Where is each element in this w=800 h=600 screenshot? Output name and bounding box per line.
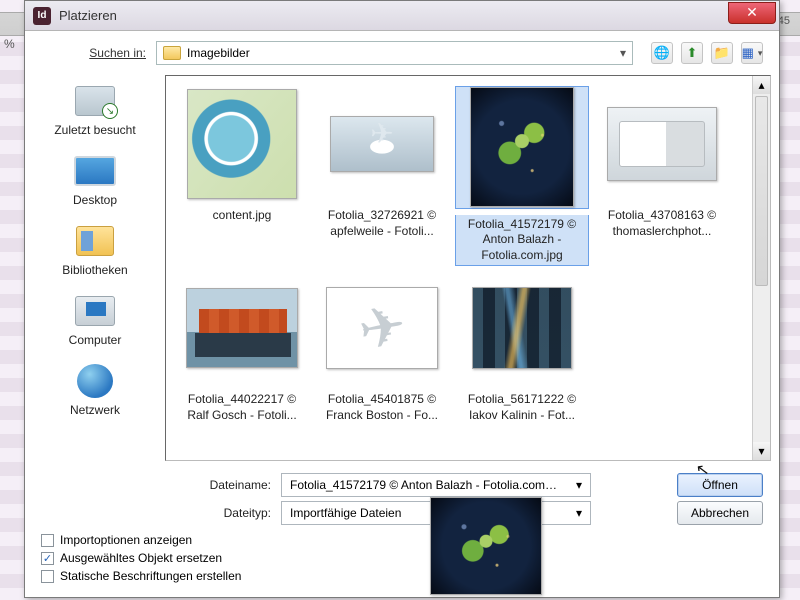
back-icon[interactable] xyxy=(651,42,673,64)
file-item[interactable]: Fotolia_44022217 © Ralf Gosch - Fotoli..… xyxy=(172,266,312,450)
checkbox-label: Ausgewähltes Objekt ersetzen xyxy=(60,551,222,565)
dialog-title: Platzieren xyxy=(59,8,728,23)
recent-icon xyxy=(75,86,115,116)
thumbnail-image xyxy=(607,107,717,181)
titlebar: Id Platzieren xyxy=(25,1,779,31)
file-item[interactable]: content.jpg xyxy=(172,82,312,266)
file-thumbnail xyxy=(602,86,722,202)
thumbnail-image xyxy=(186,288,298,368)
file-name-label: Fotolia_43708163 © thomaslerchphot... xyxy=(594,208,730,239)
file-name-label: Fotolia_44022217 © Ralf Gosch - Fotoli..… xyxy=(174,392,310,423)
places-item-label: Computer xyxy=(25,333,165,347)
app-badge-icon: Id xyxy=(33,7,51,25)
file-thumbnail xyxy=(182,86,302,202)
checkbox-icon xyxy=(41,534,54,547)
places-item-comp[interactable]: Computer xyxy=(25,289,165,357)
file-item[interactable]: Fotolia_32726921 © apfelweile - Fotoli..… xyxy=(312,82,452,266)
file-thumbnail xyxy=(322,86,442,202)
scroll-down-icon[interactable]: ▾ xyxy=(753,442,770,460)
checkbox-icon xyxy=(41,570,54,583)
preview-thumbnail xyxy=(431,498,541,594)
close-button[interactable] xyxy=(728,2,776,24)
filename-field[interactable]: Fotolia_41572179 © Anton Balazh - Fotoli… xyxy=(281,473,591,497)
checkbox-label: Statische Beschriftungen erstellen xyxy=(60,569,241,583)
file-item[interactable]: Fotolia_56171222 © Iakov Kalinin - Fot..… xyxy=(452,266,592,450)
places-item-label: Desktop xyxy=(25,193,165,207)
lib-icon xyxy=(76,226,114,256)
file-item[interactable]: Fotolia_43708163 © thomaslerchphot... xyxy=(592,82,732,266)
file-name-label: content.jpg xyxy=(211,208,274,224)
places-item-label: Netzwerk xyxy=(25,403,165,417)
folder-icon xyxy=(163,46,181,60)
thumbnail-image xyxy=(187,89,297,199)
file-name-label: Fotolia_41572179 © Anton Balazh - Fotoli… xyxy=(455,215,589,266)
file-preview xyxy=(430,497,542,595)
static-captions-checkbox[interactable]: Statische Beschriftungen erstellen xyxy=(41,569,763,583)
thumbnail-image xyxy=(470,87,574,207)
new-folder-icon[interactable] xyxy=(711,42,733,64)
places-item-label: Zuletzt besucht xyxy=(25,123,165,137)
comp-icon xyxy=(75,296,115,326)
file-thumbnail xyxy=(455,86,589,209)
places-item-recent[interactable]: Zuletzt besucht xyxy=(25,79,165,147)
desktop-icon xyxy=(74,156,116,186)
cancel-button[interactable]: Abbrechen xyxy=(677,501,763,525)
thumbnail-image xyxy=(326,287,438,369)
file-thumbnail xyxy=(182,270,302,386)
places-bar: Zuletzt besucht Desktop Bibliotheken Comput… xyxy=(25,73,165,465)
checkbox-label: Importoptionen anzeigen xyxy=(60,533,192,547)
options-checkboxes: Importoptionen anzeigen Ausgewähltes Obj… xyxy=(41,533,763,583)
file-item[interactable]: Fotolia_45401875 © Franck Boston - Fo... xyxy=(312,266,452,450)
file-thumbnail xyxy=(322,270,442,386)
scroll-up-icon[interactable]: ▴ xyxy=(753,76,770,94)
places-item-net[interactable]: Netzwerk xyxy=(25,359,165,427)
thumbnail-image xyxy=(330,116,434,172)
folder-dropdown[interactable]: Imagebilder ▾ xyxy=(156,41,633,65)
file-name-label: Fotolia_45401875 © Franck Boston - Fo... xyxy=(314,392,450,423)
up-one-level-icon[interactable] xyxy=(681,42,703,64)
filetype-label: Dateityp: xyxy=(41,506,271,520)
nav-icon-group xyxy=(651,42,763,64)
replace-selected-checkbox[interactable]: Ausgewähltes Objekt ersetzen xyxy=(41,551,763,565)
filetype-value: Importfähige Dateien xyxy=(290,506,401,520)
view-menu-icon[interactable] xyxy=(741,42,763,64)
place-dialog: Id Platzieren Suchen in: Imagebilder ▾ Z… xyxy=(24,0,780,598)
chevron-down-icon: ▾ xyxy=(576,478,582,492)
checkbox-icon xyxy=(41,552,54,565)
file-item[interactable]: Fotolia_41572179 © Anton Balazh - Fotoli… xyxy=(452,82,592,266)
show-import-options-checkbox[interactable]: Importoptionen anzeigen xyxy=(41,533,763,547)
places-item-lib[interactable]: Bibliotheken xyxy=(25,219,165,287)
open-button[interactable]: Öffnen xyxy=(677,473,763,497)
chevron-down-icon: ▾ xyxy=(620,46,626,60)
thumbnail-grid: content.jpg Fotolia_32726921 © apfelweile… xyxy=(166,76,752,460)
file-name-label: Fotolia_56171222 © Iakov Kalinin - Fot..… xyxy=(454,392,590,423)
filename-value: Fotolia_41572179 © Anton Balazh - Fotoli… xyxy=(290,478,560,492)
folder-name: Imagebilder xyxy=(187,46,250,60)
places-item-label: Bibliotheken xyxy=(25,263,165,277)
scrollbar-thumb[interactable] xyxy=(755,96,768,286)
thumbnail-image xyxy=(472,287,572,369)
filename-label: Dateiname: xyxy=(41,478,271,492)
search-in-row: Suchen in: Imagebilder ▾ xyxy=(25,31,779,73)
search-in-label: Suchen in: xyxy=(41,46,146,60)
file-thumbnail xyxy=(462,270,582,386)
net-icon xyxy=(77,364,113,398)
dialog-bottom: Dateiname: Fotolia_41572179 © Anton Bala… xyxy=(25,465,779,597)
places-item-desktop[interactable]: Desktop xyxy=(25,149,165,217)
file-list-area: content.jpg Fotolia_32726921 © apfelweile… xyxy=(165,75,771,461)
vertical-scrollbar[interactable]: ▴ ▾ xyxy=(752,76,770,460)
file-name-label: Fotolia_32726921 © apfelweile - Fotoli..… xyxy=(314,208,450,239)
zoom-percent-label: % xyxy=(4,37,15,51)
chevron-down-icon: ▾ xyxy=(576,506,582,520)
